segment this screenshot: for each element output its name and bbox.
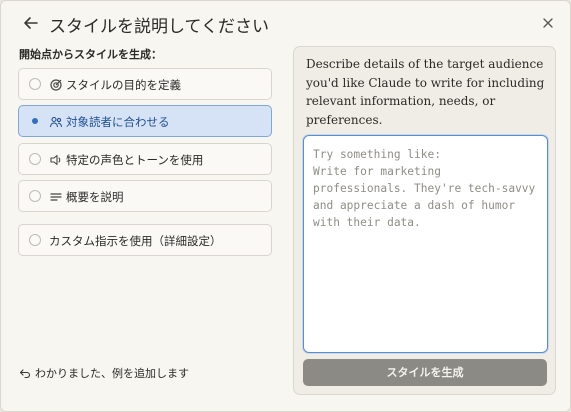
option-outline[interactable]: 概要を説明	[18, 180, 272, 212]
close-icon[interactable]	[540, 15, 556, 31]
option-match-audience[interactable]: 対象読者に合わせる	[18, 105, 272, 137]
option-label: スタイルの目的を定義	[66, 78, 181, 92]
target-icon	[49, 77, 63, 91]
option-label: 概要を説明	[66, 190, 124, 204]
dialog-header: スタイルを説明してください	[1, 1, 570, 45]
audience-panel: Describe details of the target audience …	[293, 46, 556, 395]
radio-button[interactable]	[29, 153, 41, 165]
option-label: 対象読者に合わせる	[66, 115, 170, 129]
panel-description: Describe details of the target audience …	[306, 57, 545, 127]
radio-button[interactable]	[29, 234, 41, 246]
return-arrow-icon	[19, 367, 31, 379]
option-define-purpose[interactable]: スタイルの目的を定義	[18, 68, 272, 100]
style-dialog: スタイルを説明してください 開始点からスタイルを生成： スタイルの目的を定義 対…	[0, 0, 571, 412]
audience-textarea-wrapper	[303, 135, 548, 353]
add-example-link[interactable]: わかりました、例を追加します	[19, 365, 189, 381]
audience-textarea[interactable]	[304, 136, 547, 352]
option-custom-instructions[interactable]: カスタム指示を使用（詳細設定）	[18, 224, 272, 256]
radio-button[interactable]	[29, 190, 41, 202]
option-label: 特定の声色とトーンを使用	[66, 153, 204, 167]
radio-button[interactable]	[29, 78, 41, 90]
radio-button-selected[interactable]	[29, 115, 41, 127]
back-arrow-icon[interactable]	[21, 13, 41, 33]
lines-icon	[49, 189, 63, 203]
option-label: カスタム指示を使用（詳細設定）	[49, 234, 222, 248]
generate-style-button[interactable]: スタイルを生成	[303, 359, 547, 386]
audience-icon	[49, 114, 63, 128]
section-label: 開始点からスタイルを生成：	[19, 48, 162, 61]
voice-icon	[49, 152, 63, 166]
add-example-label: わかりました、例を追加します	[35, 367, 189, 380]
option-voice-tone[interactable]: 特定の声色とトーンを使用	[18, 143, 272, 175]
dialog-title: スタイルを説明してください	[49, 17, 269, 37]
